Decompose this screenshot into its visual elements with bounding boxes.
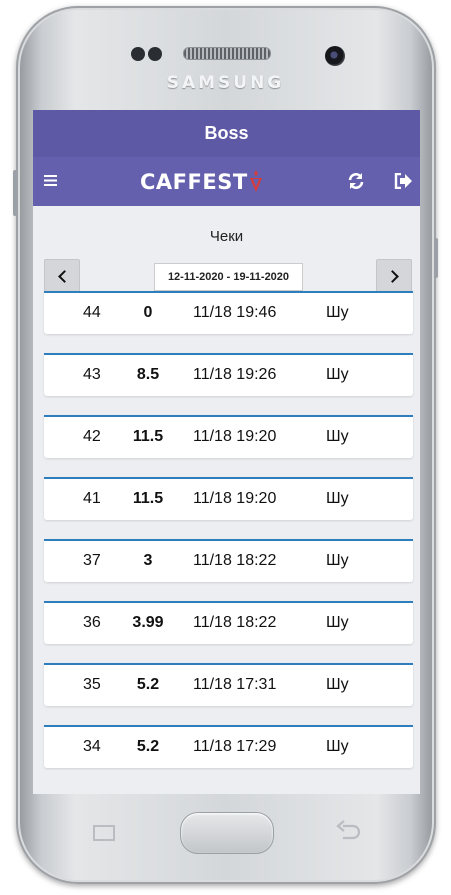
receipt-time: 11/18 18:22 — [193, 614, 277, 631]
home-button[interactable] — [180, 812, 274, 854]
sensor-icon — [148, 47, 162, 61]
volume-button — [13, 170, 17, 216]
receipt-user: Шу — [326, 366, 349, 383]
receipt-time: 11/18 19:20 — [193, 490, 277, 507]
power-button — [434, 238, 438, 278]
receipt-row[interactable]: 35 5.2 11/18 17:31 Шу — [44, 663, 413, 706]
receipt-amount: 3 — [143, 552, 153, 569]
date-range-field[interactable]: 12-11-2020 - 19-11-2020 — [154, 263, 303, 291]
receipt-time: 11/18 18:22 — [193, 552, 277, 569]
receipt-row[interactable]: 41 11.5 11/18 19:20 Шу — [44, 477, 413, 520]
receipt-row[interactable]: 36 3.99 11/18 18:22 Шу — [44, 601, 413, 644]
receipt-user: Шу — [326, 614, 349, 631]
chevron-left-icon — [57, 270, 71, 283]
receipt-time: 11/18 19:46 — [193, 304, 277, 321]
app-screen: Boss CAFFEST Чеки 12-11-2020 - 19-11-202… — [33, 110, 420, 794]
receipt-time: 11/18 19:20 — [193, 428, 277, 445]
device-brand: SAMSUNG — [166, 73, 285, 93]
receipt-id: 34 — [83, 738, 101, 755]
next-period-button[interactable] — [376, 259, 412, 294]
sensor-icon — [131, 47, 145, 61]
receipt-user: Шу — [326, 304, 349, 321]
receipt-id: 43 — [83, 366, 101, 383]
receipt-id: 42 — [83, 428, 101, 445]
receipt-row[interactable]: 42 11.5 11/18 19:20 Шу — [44, 415, 413, 458]
earpiece-speaker — [183, 47, 271, 60]
receipt-amount: 5.2 — [136, 738, 160, 755]
chevron-right-icon — [385, 270, 399, 283]
receipt-row[interactable]: 37 3 11/18 18:22 Шу — [44, 539, 413, 582]
receipt-amount: 8.5 — [136, 366, 160, 383]
receipt-row[interactable]: 34 5.2 11/18 17:29 Шу — [44, 725, 413, 768]
receipt-id: 41 — [83, 490, 101, 507]
section-title: Чеки — [209, 228, 244, 245]
receipt-list: 44 0 11/18 19:46 Шу 43 8.5 11/18 19:26 Ш… — [33, 291, 420, 768]
front-camera-icon — [325, 46, 345, 66]
previous-period-button[interactable] — [44, 259, 80, 294]
receipt-id: 36 — [83, 614, 101, 631]
receipt-user: Шу — [326, 676, 349, 693]
receipt-amount: 11.5 — [132, 490, 164, 507]
receipt-id: 37 — [83, 552, 101, 569]
receipt-amount: 5.2 — [136, 676, 160, 693]
receipt-user: Шу — [326, 490, 349, 507]
logo-text: CAFFEST — [140, 170, 248, 194]
hamburger-menu-icon[interactable] — [44, 175, 57, 186]
toolbar: CAFFEST — [33, 157, 420, 206]
receipt-user: Шу — [326, 738, 349, 755]
receipt-row[interactable]: 43 8.5 11/18 19:26 Шу — [44, 353, 413, 396]
recent-apps-icon[interactable] — [92, 824, 116, 842]
receipt-amount: 3.99 — [132, 614, 164, 631]
app-logo: CAFFEST — [140, 169, 263, 195]
back-icon[interactable] — [335, 820, 361, 844]
receipt-row[interactable]: 44 0 11/18 19:46 Шу — [44, 291, 413, 334]
logout-icon[interactable] — [394, 173, 412, 189]
logo-mark-icon — [249, 170, 262, 192]
receipt-user: Шу — [326, 552, 349, 569]
app-title: Boss — [33, 110, 420, 157]
refresh-icon[interactable] — [347, 172, 365, 190]
receipt-user: Шу — [326, 428, 349, 445]
receipt-id: 35 — [83, 676, 101, 693]
receipt-amount: 0 — [143, 304, 153, 321]
receipt-time: 11/18 17:31 — [193, 676, 277, 693]
receipt-time: 11/18 19:26 — [193, 366, 277, 383]
receipt-id: 44 — [83, 304, 101, 321]
receipt-time: 11/18 17:29 — [193, 738, 277, 755]
receipt-amount: 11.5 — [132, 428, 164, 445]
